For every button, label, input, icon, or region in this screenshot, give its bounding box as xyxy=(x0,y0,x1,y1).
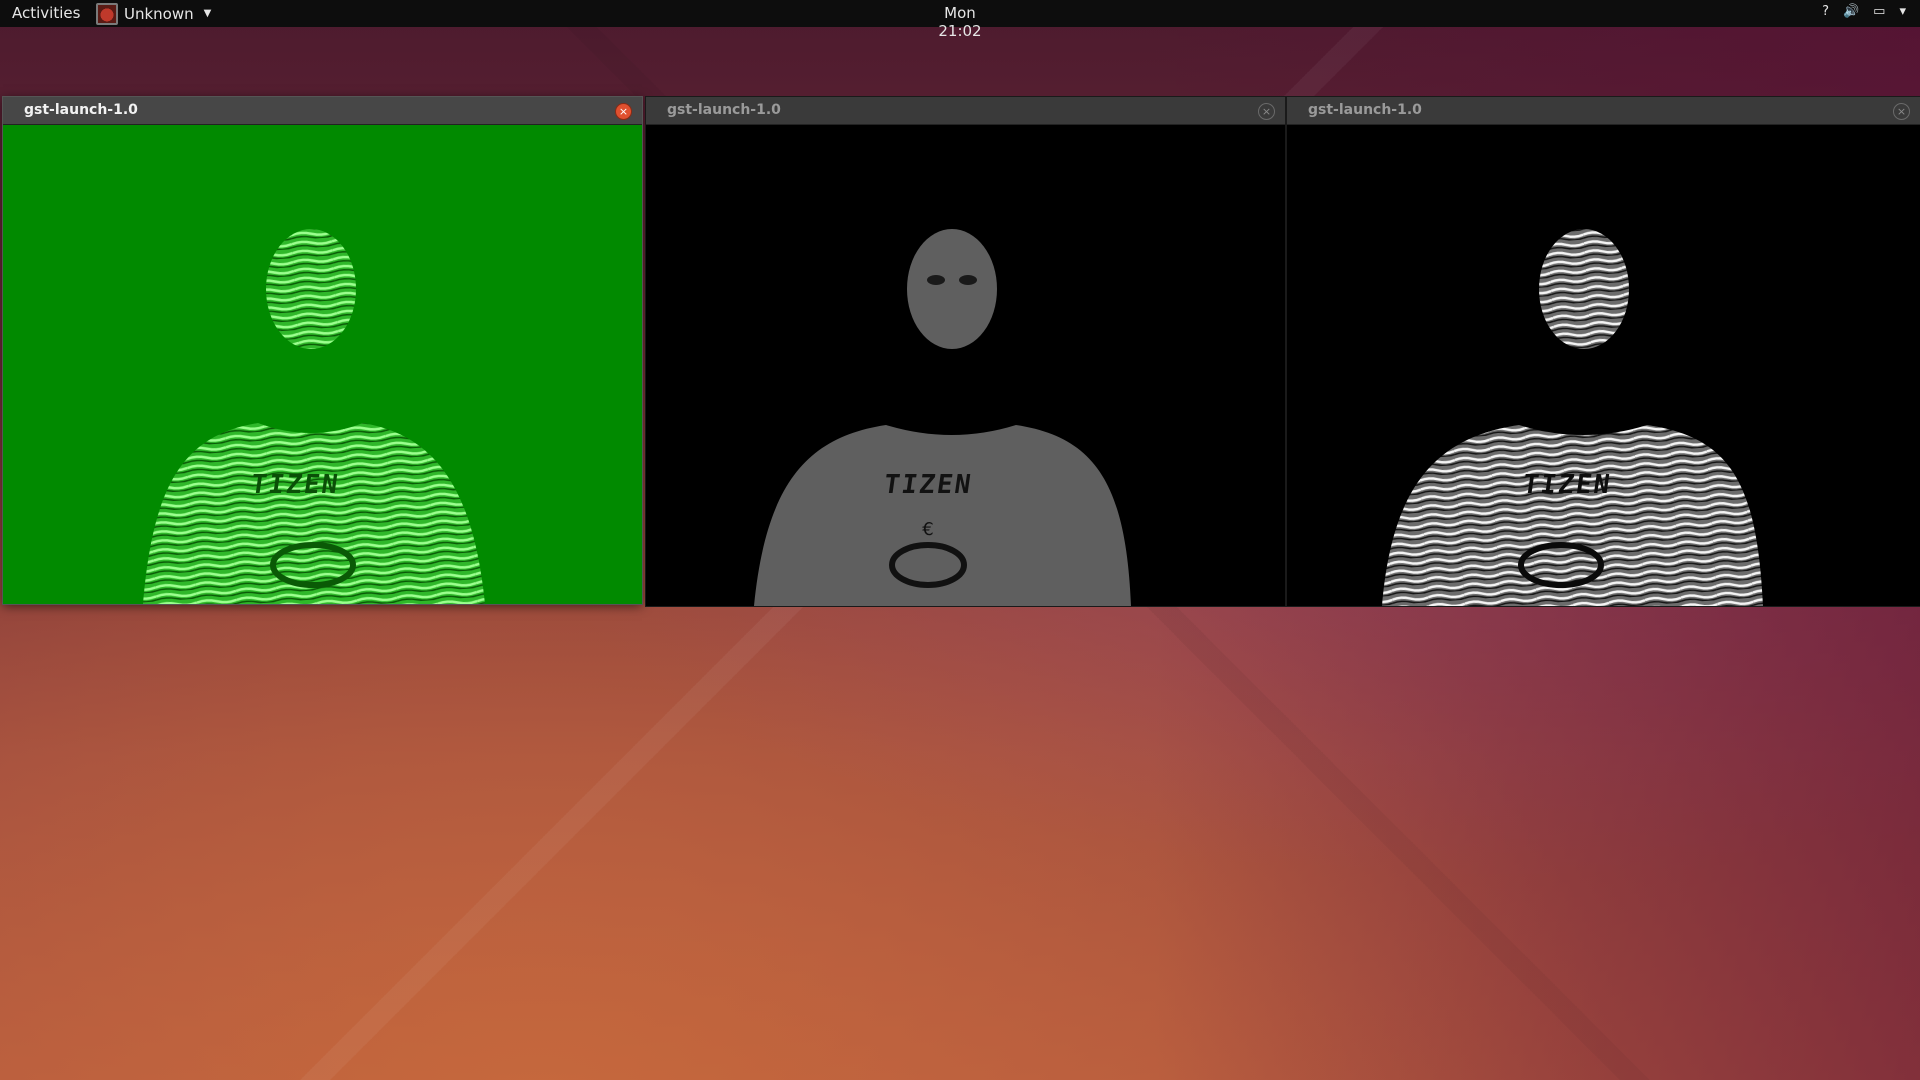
window-titlebar[interactable]: gst-launch-1.0 × xyxy=(1287,97,1920,125)
close-icon[interactable]: × xyxy=(1258,103,1275,120)
window-title: gst-launch-1.0 xyxy=(24,102,138,118)
video-feed-monochrome: TIZEN xyxy=(1287,125,1920,606)
activities-button[interactable]: Activities xyxy=(12,4,80,22)
window-title: gst-launch-1.0 xyxy=(1308,102,1422,118)
help-icon[interactable]: ? xyxy=(1822,4,1829,19)
chevron-down-icon: ▼ xyxy=(203,8,212,19)
person-silhouette xyxy=(1382,229,1763,606)
close-icon[interactable]: × xyxy=(615,103,632,120)
app-menu[interactable]: Unknown ▼ xyxy=(96,2,211,25)
window-gst-launch-2[interactable]: gst-launch-1.0 × € TIZEN xyxy=(646,97,1285,606)
window-gst-launch-1[interactable]: gst-launch-1.0 × TIZEN xyxy=(3,97,642,604)
battery-icon[interactable]: ▭ xyxy=(1873,4,1885,19)
window-titlebar[interactable]: gst-launch-1.0 × xyxy=(646,97,1285,125)
top-panel: Activities Unknown ▼ Mon 21:02 ? 🔊 ▭ ▾ xyxy=(0,0,1920,40)
close-icon[interactable]: × xyxy=(1893,103,1910,120)
shirt-text: TIZEN xyxy=(248,470,342,500)
person-silhouette xyxy=(143,229,485,604)
volume-icon[interactable]: 🔊 xyxy=(1843,4,1859,19)
video-feed-green: TIZEN xyxy=(3,125,642,604)
system-tray[interactable]: ? 🔊 ▭ ▾ xyxy=(1822,4,1906,19)
shirt-text: TIZEN xyxy=(881,470,975,500)
video-feed-grayscale: € TIZEN xyxy=(646,125,1285,606)
app-menu-label: Unknown xyxy=(124,4,194,23)
system-menu-chevron-icon[interactable]: ▾ xyxy=(1899,4,1906,19)
window-titlebar[interactable]: gst-launch-1.0 × xyxy=(3,97,642,125)
person-silhouette: € xyxy=(754,229,1131,606)
svg-text:€: € xyxy=(922,519,933,540)
shirt-text: TIZEN xyxy=(1520,470,1614,500)
window-title: gst-launch-1.0 xyxy=(667,102,781,118)
app-icon xyxy=(96,2,118,25)
window-gst-launch-3[interactable]: gst-launch-1.0 × TIZEN xyxy=(1287,97,1920,606)
clock[interactable]: Mon 21:02 xyxy=(922,4,998,40)
